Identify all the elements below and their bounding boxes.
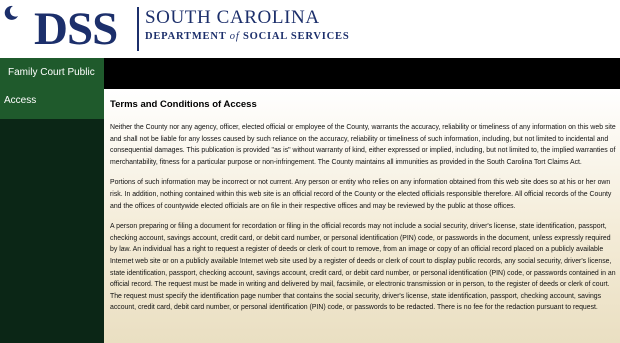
sidebar-item-label-line1: Family Court Public [8, 67, 95, 78]
dss-logo[interactable]: DSS [34, 4, 118, 54]
department-name-part2: SOCIAL SERVICES [243, 31, 350, 42]
crescent-moon-icon [4, 5, 18, 20]
terms-paragraph-3: A person preparing or filing a document … [110, 223, 616, 312]
page-title: Terms and Conditions of Access [110, 99, 257, 110]
department-name: DEPARTMENT of SOCIAL SERVICES [145, 29, 349, 45]
state-name: SOUTH CAROLINA [145, 7, 320, 28]
sidebar: Family Court Public Access [0, 58, 104, 343]
site-header: DSS SOUTH CAROLINA DEPARTMENT of SOCIAL … [0, 0, 620, 58]
top-bar [104, 58, 620, 89]
sidebar-item-label-line2: Access [4, 95, 37, 106]
agency-name: SOUTH CAROLINA DEPARTMENT of SOCIAL SERV… [137, 7, 349, 51]
terms-paragraph-1: Neither the County nor any agency, offic… [110, 124, 616, 166]
department-name-of: of [229, 31, 240, 42]
department-name-part1: DEPARTMENT [145, 31, 227, 42]
terms-paragraph-2: Portions of such information may be inco… [110, 179, 612, 210]
main-content: Terms and Conditions of Access Neither t… [104, 89, 620, 343]
sidebar-item-family-court-public-access[interactable]: Family Court Public Access [0, 58, 104, 119]
